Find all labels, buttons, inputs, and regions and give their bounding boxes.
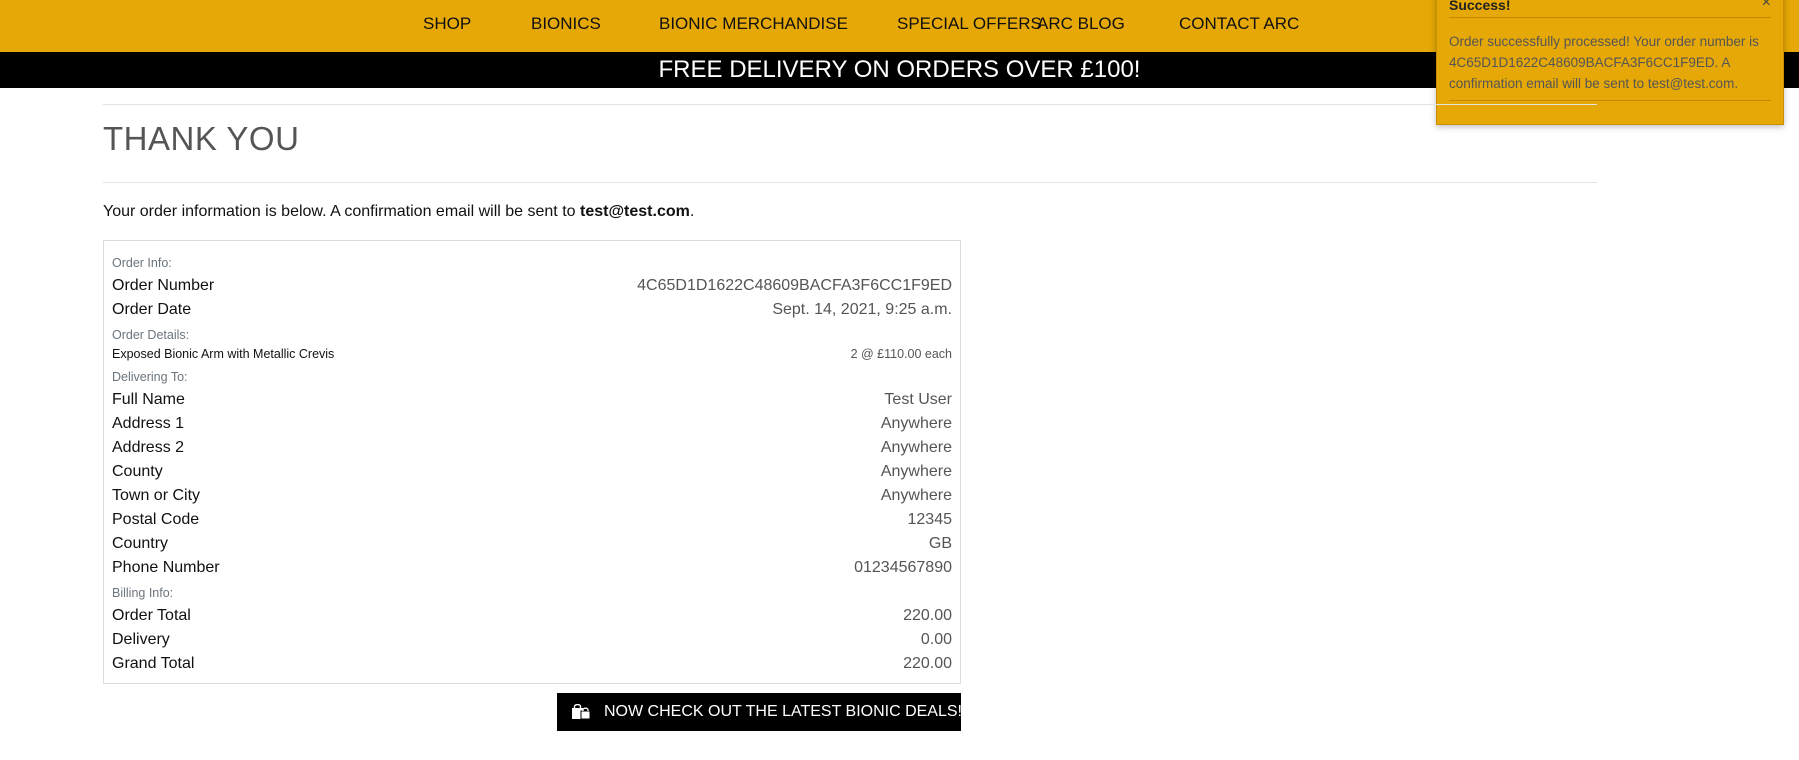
order-date-row: Order Date Sept. 14, 2021, 9:25 a.m. xyxy=(112,299,952,321)
row-value: 0.00 xyxy=(920,631,952,648)
grand-total-row: Grand Total 220.00 xyxy=(112,653,952,675)
toast-title: Success! xyxy=(1449,0,1511,13)
section-delivering-to: Delivering To: xyxy=(112,370,188,384)
row-label: Address 1 xyxy=(112,415,185,432)
row-value: GB xyxy=(928,535,952,552)
section-order-info: Order Info: xyxy=(112,256,172,270)
order-number-row: Order Number 4C65D1D1622C48609BACFA3F6CC… xyxy=(112,275,952,297)
item-qty-price: 2 @ £110.00 each xyxy=(850,347,952,361)
divider xyxy=(103,182,1597,183)
row-label: Postal Code xyxy=(112,511,200,528)
postal-code-row: Postal Code 12345 xyxy=(112,509,952,531)
delivery-row: Delivery 0.00 xyxy=(112,629,952,651)
intro-text: Your order information is below. A confi… xyxy=(103,201,694,223)
nav-item-bionic-merchandise[interactable]: BIONIC MERCHANDISE xyxy=(659,14,848,34)
row-value: 01234567890 xyxy=(854,559,952,576)
row-label: Full Name xyxy=(112,391,185,408)
order-total-row: Order Total 220.00 xyxy=(112,605,952,627)
row-value: 4C65D1D1622C48609BACFA3F6CC1F9ED xyxy=(637,277,952,294)
row-label: Order Date xyxy=(112,301,192,318)
toast-divider xyxy=(1449,17,1771,18)
county-row: County Anywhere xyxy=(112,461,952,483)
intro-end: . xyxy=(689,203,695,220)
row-value: Anywhere xyxy=(880,463,952,480)
town-or-city-row: Town or City Anywhere xyxy=(112,485,952,507)
address-2-row: Address 2 Anywhere xyxy=(112,437,952,459)
row-label: Grand Total xyxy=(112,655,195,672)
full-name-row: Full Name Test User xyxy=(112,389,952,411)
nav-item-special-offers[interactable]: SPECIAL OFFERS xyxy=(897,14,1042,34)
row-label: Address 2 xyxy=(112,439,185,456)
section-order-details: Order Details: xyxy=(112,328,190,342)
row-value: 220.00 xyxy=(903,655,952,672)
item-name: Exposed Bionic Arm with Metallic Crevis xyxy=(112,347,335,361)
latest-deals-label: NOW CHECK OUT THE LATEST BIONIC DEALS! xyxy=(604,703,962,720)
close-icon[interactable]: × xyxy=(1762,0,1771,12)
row-value: Anywhere xyxy=(880,439,952,456)
row-value: 12345 xyxy=(907,511,953,528)
latest-deals-button[interactable]: NOW CHECK OUT THE LATEST BIONIC DEALS! xyxy=(557,693,962,731)
success-toast: Success! × Order successfully processed!… xyxy=(1436,0,1784,125)
toast-message: Order successfully processed! Your order… xyxy=(1449,34,1759,91)
row-label: County xyxy=(112,463,163,480)
order-item-row: Exposed Bionic Arm with Metallic Crevis … xyxy=(112,345,952,363)
section-billing-info: Billing Info: xyxy=(112,586,174,600)
row-value: Anywhere xyxy=(880,487,952,504)
address-1-row: Address 1 Anywhere xyxy=(112,413,952,435)
row-label: Order Total xyxy=(112,607,191,624)
row-label: Order Number xyxy=(112,277,215,294)
row-label: Delivery xyxy=(112,631,170,648)
order-summary: Order Info: Order Number 4C65D1D1622C486… xyxy=(103,240,961,684)
row-label: Country xyxy=(112,535,169,552)
divider xyxy=(103,104,1597,105)
nav-item-shop[interactable]: SHOP xyxy=(423,14,471,34)
row-label: Phone Number xyxy=(112,559,220,576)
nav-item-arc-blog[interactable]: ARC BLOG xyxy=(1037,14,1125,34)
toast-divider xyxy=(1449,100,1771,101)
row-label: Town or City xyxy=(112,487,201,504)
nav-item-contact-arc[interactable]: CONTACT ARC xyxy=(1179,14,1299,34)
row-value: Test User xyxy=(884,391,952,408)
intro-email: test@test.com xyxy=(579,203,690,220)
page-title: THANK YOU xyxy=(103,120,300,157)
row-value: Anywhere xyxy=(880,415,952,432)
shopping-bags-icon xyxy=(572,704,591,720)
row-value: Sept. 14, 2021, 9:25 a.m. xyxy=(772,301,952,318)
phone-number-row: Phone Number 01234567890 xyxy=(112,557,952,579)
country-row: Country GB xyxy=(112,533,952,555)
intro-sentence: Your order information is below. A confi… xyxy=(103,203,580,220)
row-value: 220.00 xyxy=(903,607,952,624)
nav-item-bionics[interactable]: BIONICS xyxy=(531,14,601,34)
